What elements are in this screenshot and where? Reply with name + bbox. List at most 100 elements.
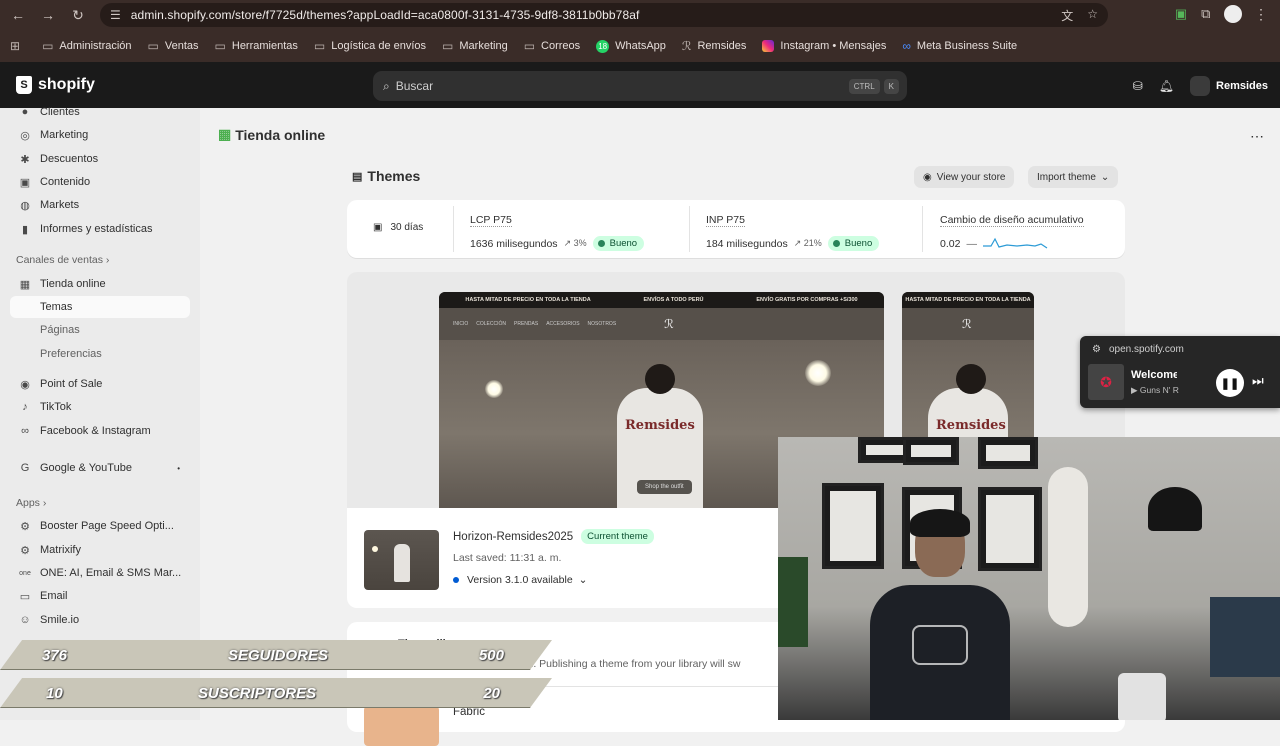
bookmark-meta[interactable]: ∞ Meta Business Suite (902, 39, 1017, 53)
bookmark-remsides[interactable]: ℛ Remsides (682, 39, 746, 53)
extensions-puzzle-icon[interactable]: ⧉ (1201, 6, 1210, 22)
translate-icon[interactable]: 文 (1061, 7, 1073, 24)
last-saved: Last saved: 11:31 a. m. (453, 552, 562, 564)
sidebar-item-facebook-instagram[interactable]: ∞ Facebook & Instagram (10, 420, 190, 442)
site-settings-icon: ⚙ (1092, 344, 1101, 355)
bookmark-ventas[interactable]: ▭ Ventas (148, 39, 199, 53)
back-icon[interactable]: ← (6, 3, 30, 27)
sidebar-item-tiktok[interactable]: ♪ TikTok (10, 396, 190, 418)
theme-thumbnail[interactable] (364, 530, 439, 590)
address-bar[interactable]: ☰ admin.shopify.com/store/f7725d/themes?… (100, 3, 1108, 27)
store-icon: ▦ (218, 126, 232, 142)
sidebar: ● Clientes ◎ Marketing ✱ Descuentos ▣ Conten… (0, 106, 200, 720)
shortcut-key-k: K (883, 78, 899, 94)
chart-icon: ▮ (21, 223, 29, 236)
content-icon: ▣ (19, 176, 31, 189)
chevron-down-icon: ⌄ (578, 574, 588, 586)
shortcut-key-ctrl: CTRL (848, 78, 880, 94)
bookmark-administracion[interactable]: ▭ Administración (42, 39, 131, 53)
bookmark-logistica[interactable]: ▭ Logística de envíos (314, 39, 426, 53)
page-title: ▦ Tienda online (218, 126, 326, 143)
sidebar-item-preferencias[interactable]: Preferencias (10, 343, 190, 365)
status-dot: • (177, 463, 180, 473)
extension-icon[interactable]: ▣ (1175, 6, 1187, 22)
sidebar-app-one[interactable]: one ONE: AI, Email & SMS Mar... (10, 562, 190, 584)
sidebar-section-apps[interactable]: Apps › (10, 492, 190, 514)
video-icon: ▶ (1131, 385, 1140, 395)
profile-avatar[interactable] (1224, 5, 1242, 23)
bookmark-whatsapp[interactable]: 18 WhatsApp (596, 39, 666, 53)
meta-icon: ∞ (902, 39, 911, 53)
bookmark-instagram[interactable]: Instagram • Mensajes (762, 40, 886, 52)
sidebar-app-email[interactable]: ▭ Email (10, 585, 190, 607)
bookmark-correos[interactable]: ▭ Correos (524, 39, 580, 53)
followers-overlay: 376 SEGUIDORES 500 (0, 640, 552, 670)
search-input[interactable]: ⌕ Buscar CTRL K (373, 71, 907, 101)
sidebar-item-paginas[interactable]: Páginas (10, 319, 190, 341)
pause-button[interactable]: ❚❚ (1216, 369, 1244, 397)
spotify-mini-player[interactable]: ⚙open.spotify.com ✪ Welcome To ▶ Guns N'… (1080, 336, 1280, 408)
lcp-metric: LCP P75 1636 milisegundos ↗ 3% Bueno (470, 210, 645, 251)
browser-menu-icon[interactable]: ⋮ (1254, 6, 1268, 23)
bell-icon[interactable]: 🔔︎ (1159, 79, 1174, 93)
sidebar-app-smile[interactable]: ☺ Smile.io (10, 609, 190, 631)
sidebar-item-markets[interactable]: ◍ Markets (10, 194, 190, 216)
next-track-button[interactable]: ⏭︎ (1252, 373, 1264, 389)
sidebar-section-canales[interactable]: Canales de ventas › (10, 249, 190, 271)
current-theme-badge: Current theme (581, 529, 654, 544)
bookmarks-bar: ⊞ ▭ Administración ▭ Ventas ▭ Herramientas … (0, 30, 1280, 62)
bookmark-star-icon[interactable]: ☆ (1087, 7, 1098, 24)
meta-icon: ∞ (21, 425, 29, 437)
sidebar-item-clientes[interactable]: ● Clientes (10, 101, 190, 123)
sidebar-item-google-youtube[interactable]: G Google & YouTube • (10, 457, 190, 479)
sidebar-app-matrixify[interactable]: ⚙ Matrixify (10, 539, 190, 561)
inp-metric: INP P75 184 milisegundos ↗ 21% Bueno (706, 210, 880, 251)
status-badge: Bueno (592, 236, 645, 251)
cls-metric: Cambio de diseño acumulativo 0.02— (940, 214, 1084, 250)
sidebar-item-tienda-online[interactable]: ▦ Tienda online (10, 273, 190, 295)
eye-icon: ◉ (923, 171, 932, 183)
chevron-right-icon: › (102, 254, 110, 266)
view-store-button[interactable]: ◉ View your store (914, 166, 1015, 188)
search-icon: ⌕ (383, 78, 390, 93)
target-icon: ◎ (20, 129, 30, 142)
theme-icon: ▤ (352, 170, 363, 183)
site-info-icon[interactable]: ☰ (110, 8, 121, 22)
sidebar-item-descuentos[interactable]: ✱ Descuentos (10, 148, 190, 170)
sidebar-app-booster[interactable]: ⚙ Booster Page Speed Opti... (10, 515, 190, 537)
sidebar-item-contenido[interactable]: ▣ Contenido (10, 171, 190, 193)
folder-icon: ▭ (147, 39, 159, 53)
sidebar-item-informes[interactable]: ▮ Informes y estadísticas (10, 218, 190, 240)
sparkline (982, 237, 1048, 249)
forward-icon[interactable]: → (36, 3, 60, 27)
sidebar-item-marketing[interactable]: ◎ Marketing (10, 124, 190, 146)
shop-outfit-button: Shop the outfit (637, 480, 692, 494)
track-title: Welcome To (1131, 369, 1177, 381)
version-dropdown[interactable]: Version 3.1.0 available ⌄ (453, 574, 587, 586)
sidebar-item-point-of-sale[interactable]: ◉ Point of Sale (10, 373, 190, 395)
folder-icon: ▭ (214, 39, 226, 53)
pos-icon: ◉ (20, 378, 30, 391)
whatsapp-icon: 18 (596, 39, 610, 53)
folder-icon: ▭ (523, 39, 536, 53)
library-theme-thumbnail[interactable] (364, 706, 439, 746)
import-theme-button[interactable]: Import theme ⌄ (1028, 166, 1119, 188)
sidebar-item-temas[interactable]: Temas (10, 296, 190, 318)
one-icon: one (19, 569, 31, 577)
shopify-topbar: Sshopify ⌕ Buscar CTRL K ⛁ 🔔︎ Remsides (0, 62, 1280, 108)
reload-icon[interactable]: ↻ (66, 3, 90, 27)
period-selector[interactable]: ▣ 30 días (373, 222, 423, 233)
themes-heading: ▤ Themes (352, 168, 421, 184)
more-actions-icon[interactable]: ⋯ (1250, 128, 1264, 145)
status-badge: Bueno (827, 236, 880, 251)
globe-icon: ◍ (20, 199, 30, 212)
bookmark-marketing[interactable]: ▭ Marketing (442, 39, 508, 53)
subscribers-overlay: 10 SUSCRIPTORES 20 (0, 678, 552, 708)
bookmark-herramientas[interactable]: ▭ Herramientas (215, 39, 298, 53)
apps-grid-icon[interactable]: ⊞ (10, 39, 26, 53)
shopify-logo[interactable]: Sshopify (16, 76, 95, 94)
sidekick-icon[interactable]: ⛁ (1133, 79, 1143, 93)
shopify-bag-icon: S (16, 76, 32, 94)
url-text[interactable]: admin.shopify.com/store/f7725d/themes?ap… (131, 8, 640, 22)
store-menu[interactable]: Remsides (1190, 76, 1268, 96)
